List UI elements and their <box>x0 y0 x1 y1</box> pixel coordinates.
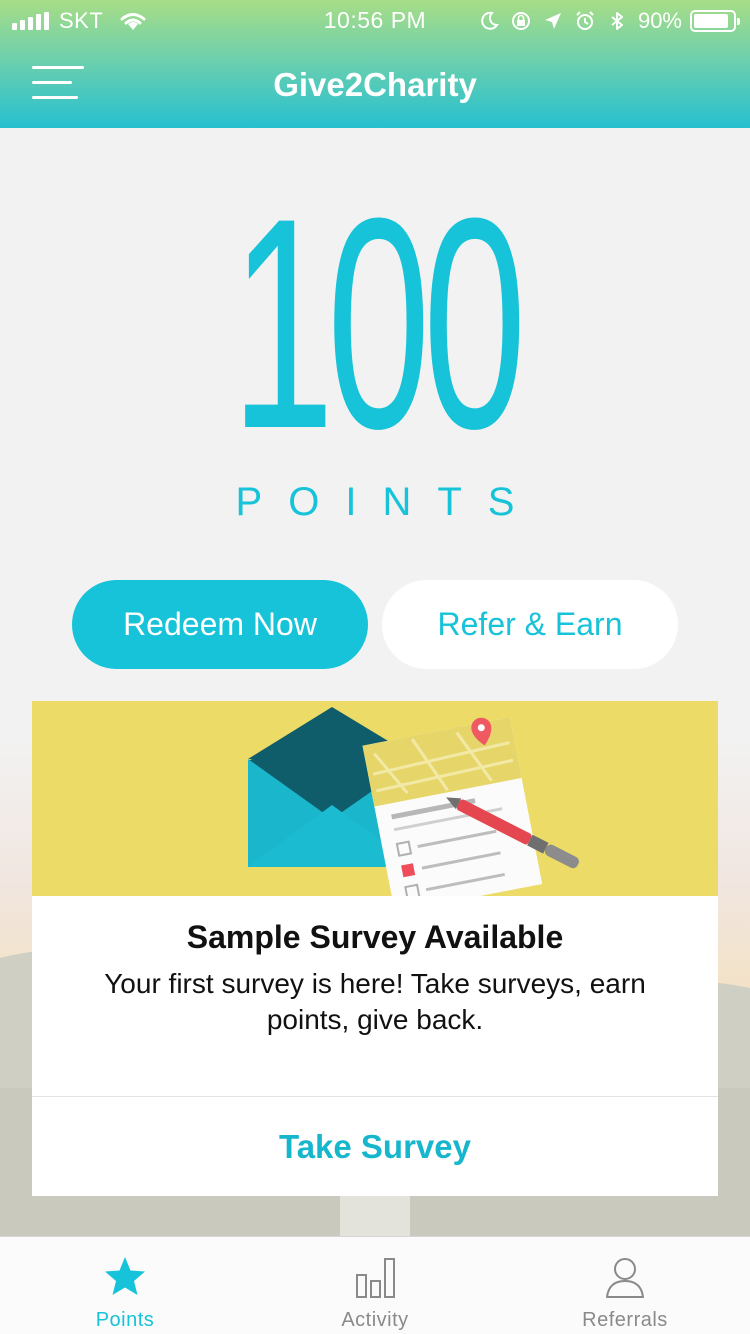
app-header: SKT 10:56 PM 90% Give2Charity <box>0 0 750 128</box>
app-title: Give2Charity <box>273 66 477 103</box>
tab-label: Activity <box>341 1309 409 1331</box>
tab-label: Points <box>95 1309 155 1331</box>
person-icon <box>606 1258 644 1298</box>
status-bar: SKT 10:56 PM 90% <box>0 0 750 40</box>
moon-icon <box>481 11 499 30</box>
tab-referrals[interactable]: Referrals <box>500 1237 750 1334</box>
star-icon <box>105 1257 145 1295</box>
tab-activity[interactable]: Activity <box>250 1237 500 1334</box>
battery-icon <box>690 10 740 32</box>
points-value: 100 <box>230 155 526 491</box>
location-icon <box>544 13 561 29</box>
bluetooth-icon <box>611 12 623 30</box>
redeem-now-button[interactable]: Redeem Now <box>72 580 368 669</box>
tab-label: Referrals <box>582 1309 668 1331</box>
tab-points[interactable]: Points <box>0 1237 250 1334</box>
survey-title: Sample Survey Available <box>186 919 564 955</box>
bar-chart-icon <box>356 1258 395 1298</box>
battery-percent: 90% <box>637 8 682 33</box>
survey-envelope-illustration <box>32 701 718 896</box>
survey-description: Your first survey is here! Take surveys,… <box>104 968 646 1035</box>
alarm-icon <box>576 11 594 30</box>
survey-card: Sample Survey Available Your first surve… <box>32 701 718 1196</box>
refer-earn-button[interactable]: Refer & Earn <box>382 580 678 669</box>
take-survey-button[interactable]: Take Survey <box>32 1097 718 1196</box>
rotation-lock-icon <box>511 12 530 30</box>
tab-bar: Points Activity Referrals <box>0 1236 750 1334</box>
points-label: POINTS <box>235 480 541 524</box>
